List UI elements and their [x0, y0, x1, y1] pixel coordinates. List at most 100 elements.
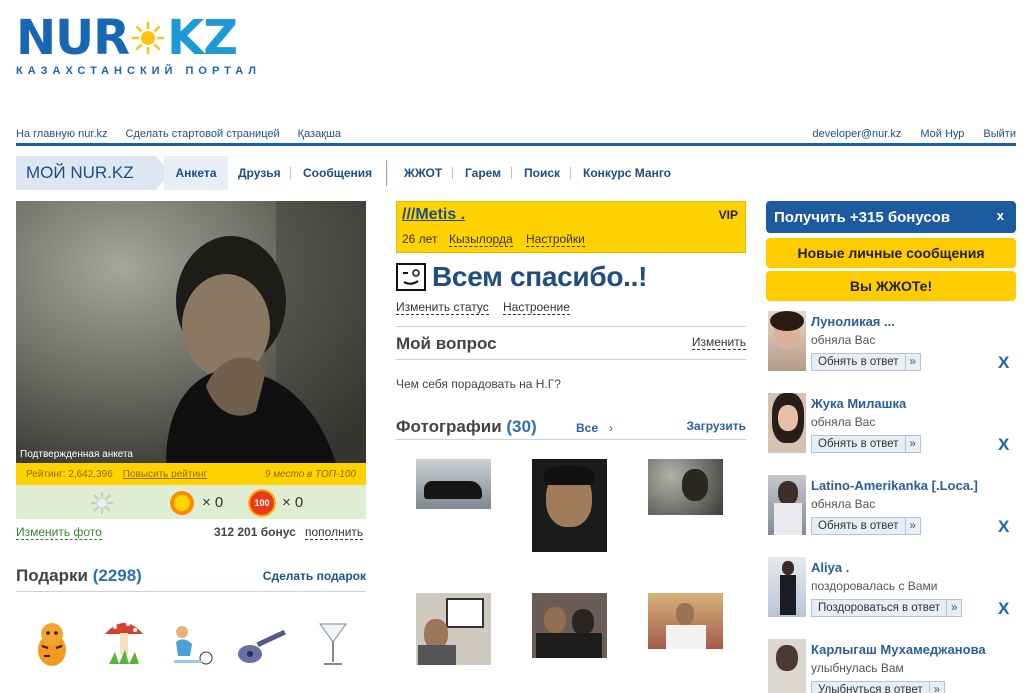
- friend-name-link[interactable]: Карлыгаш Мухамеджанова: [811, 642, 986, 657]
- hundred-badge-icon[interactable]: 100: [248, 489, 276, 517]
- friend-name-link[interactable]: Луноликая ...: [811, 314, 895, 329]
- user-email-link[interactable]: developer@nur.kz: [813, 128, 902, 140]
- tab-friends[interactable]: Друзья: [238, 156, 281, 190]
- logo-nur: NUR: [16, 10, 130, 66]
- top-bar: На главную nur.kz Сделать стартовой стра…: [16, 124, 1016, 146]
- kazakh-language-link[interactable]: Қазақша: [298, 128, 341, 140]
- status-text: Всем спасибо..!: [432, 261, 648, 292]
- logo-kz: KZ: [167, 10, 238, 66]
- photo-thumb[interactable]: [648, 593, 723, 649]
- dismiss-icon[interactable]: X: [998, 599, 1009, 619]
- photo-thumb[interactable]: [416, 459, 491, 509]
- friend-name-link[interactable]: Latino-Amerikanka [.Loca.]: [811, 478, 978, 493]
- top100-place: 9 место в ТОП-100: [264, 468, 356, 480]
- reply-button[interactable]: Обнять в ответ»: [811, 517, 921, 535]
- hundred-count: × 0: [282, 494, 304, 511]
- change-status-link[interactable]: Изменить статус: [396, 300, 489, 315]
- sun-logo-icon: [132, 22, 165, 54]
- tab-messages[interactable]: Сообщения: [303, 156, 372, 190]
- close-icon[interactable]: x: [997, 208, 1004, 223]
- nav-harem[interactable]: Гарем: [465, 156, 501, 190]
- nav-divider: [386, 160, 387, 186]
- user-name-link[interactable]: ///Metis .: [402, 206, 465, 224]
- photo-thumb[interactable]: [416, 593, 491, 665]
- profile-photo-image: [16, 201, 366, 463]
- question-header: Мой вопрос Изменить: [396, 326, 746, 360]
- home-link[interactable]: На главную nur.kz: [16, 128, 108, 140]
- friend-name-link[interactable]: Жука Милашка: [811, 396, 906, 411]
- make-gift-link[interactable]: Сделать подарок: [263, 569, 366, 583]
- gifts-title: Подарки (2298): [16, 566, 142, 585]
- girl-ball-gift-icon[interactable]: [170, 622, 216, 666]
- friend-avatar[interactable]: [768, 393, 806, 453]
- verified-caption: Подтвержденная анкета: [20, 449, 133, 460]
- empty-sun-icon[interactable]: [90, 491, 114, 515]
- friend-avatar[interactable]: [768, 475, 806, 535]
- question-text: Чем себя порадовать на Н.Г?: [396, 377, 561, 391]
- mood-face-icon[interactable]: [396, 263, 426, 291]
- nav-separator: [290, 167, 291, 179]
- reply-button[interactable]: Поздороваться в ответ»: [811, 599, 963, 617]
- photos-title: Фотографии (30): [396, 417, 537, 436]
- raise-rating-link[interactable]: Повысить рейтинг: [123, 469, 207, 480]
- friend-event: Aliya . поздоровалась с Вами Поздоровать…: [766, 557, 1016, 625]
- friend-event: Луноликая ... обняла Вас Обнять в ответ»…: [766, 311, 1016, 379]
- question-change-link[interactable]: Изменить: [691, 335, 746, 350]
- guitar-gift-icon[interactable]: [236, 622, 290, 668]
- sun-count: × 0: [202, 494, 224, 511]
- friend-event: Жука Милашка обняла Вас Обнять в ответ» …: [766, 393, 1016, 461]
- tab-profile[interactable]: Анкета: [164, 156, 228, 190]
- all-photos-link[interactable]: Все: [576, 421, 598, 435]
- mood-link[interactable]: Настроение: [503, 300, 570, 315]
- make-start-page-link[interactable]: Сделать стартовой страницей: [126, 128, 280, 140]
- upload-link[interactable]: Загрузить: [687, 419, 746, 433]
- friend-event: Карлыгаш Мухамеджанова улыбнулась Вам Ул…: [766, 639, 1016, 693]
- dismiss-icon[interactable]: X: [998, 353, 1009, 373]
- bonus-amount: 312 201 бонус: [214, 525, 296, 539]
- jjote-button[interactable]: Вы ЖЖОТе!: [766, 271, 1016, 301]
- nav-mango-contest[interactable]: Конкурс Манго: [583, 156, 671, 190]
- settings-link[interactable]: Настройки: [526, 232, 585, 247]
- my-nur-link[interactable]: Мой Нур: [920, 128, 964, 140]
- photo-thumb[interactable]: [648, 459, 723, 515]
- nav-search[interactable]: Поиск: [524, 156, 560, 190]
- sun-counter-row: × 0 100 × 0: [16, 485, 366, 519]
- friend-action: улыбнулась Вам: [811, 661, 904, 675]
- site-logo[interactable]: NUR KZ: [16, 10, 238, 66]
- reply-button[interactable]: Обнять в ответ»: [811, 435, 921, 453]
- dismiss-icon[interactable]: X: [998, 517, 1009, 537]
- nav-separator: [511, 167, 512, 179]
- logout-link[interactable]: Выйти: [983, 128, 1016, 140]
- all-arrow-icon: ›: [609, 421, 613, 435]
- question-title: Мой вопрос: [396, 334, 497, 353]
- rating-label: Рейтинг: 2,642,396: [26, 468, 113, 480]
- tiger-gift-icon[interactable]: [32, 618, 72, 670]
- new-messages-button[interactable]: Новые личные сообщения: [766, 238, 1016, 268]
- my-nur-title[interactable]: МОЙ NUR.KZ: [16, 156, 156, 190]
- photo-thumb[interactable]: [532, 593, 607, 658]
- friend-event: Latino-Amerikanka [.Loca.] обняла Вас Об…: [766, 475, 1016, 543]
- user-city[interactable]: Кызылорда: [449, 232, 513, 247]
- friend-action: обняла Вас: [811, 497, 876, 511]
- topup-link[interactable]: пополнить: [305, 525, 364, 540]
- profile-photo[interactable]: Подтвержденная анкета: [16, 201, 366, 463]
- friend-avatar[interactable]: [768, 639, 806, 693]
- mushroom-gift-icon[interactable]: [103, 616, 145, 668]
- bonus-banner[interactable]: Получить +315 бонусов x: [766, 201, 1016, 233]
- dismiss-icon[interactable]: X: [998, 435, 1009, 455]
- nav-jjot[interactable]: ЖЖОТ: [404, 156, 442, 190]
- friend-name-link[interactable]: Aliya .: [811, 560, 849, 575]
- gifts-header: Подарки (2298) Сделать подарок: [16, 566, 366, 592]
- friend-avatar[interactable]: [768, 311, 806, 371]
- cocktail-gift-icon[interactable]: [318, 620, 348, 670]
- reply-button[interactable]: Улыбнуться в ответ»: [811, 681, 946, 693]
- sun-icon[interactable]: [168, 489, 196, 517]
- main-nav: МОЙ NUR.KZ Анкета Друзья Сообщения ЖЖОТ …: [16, 156, 1016, 190]
- photo-thumb[interactable]: [532, 459, 607, 552]
- nav-separator: [570, 167, 571, 179]
- friend-avatar[interactable]: [768, 557, 806, 617]
- reply-button[interactable]: Обнять в ответ»: [811, 353, 921, 371]
- friend-action: обняла Вас: [811, 333, 876, 347]
- change-photo-link[interactable]: Изменить фото: [16, 525, 102, 540]
- status-controls: Изменить статус Настроение: [396, 298, 746, 322]
